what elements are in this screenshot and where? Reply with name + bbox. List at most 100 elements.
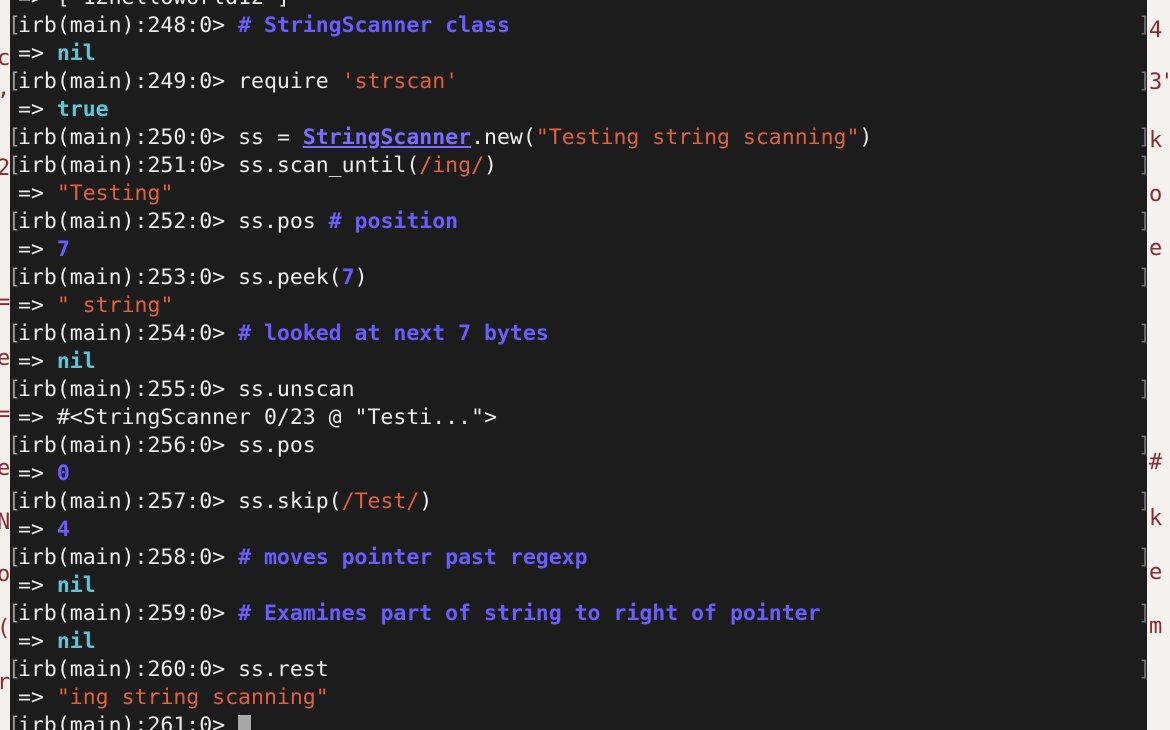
terminal-result-line: => 7 [10, 236, 1147, 264]
desktop: c , 2 = e = e N o ( r 4 3" k o e # k e m… [0, 0, 1170, 730]
terminal-prompt-line: []irb(main):248:0> # StringScanner class [10, 12, 1147, 40]
line-marker-right: ] [1138, 124, 1147, 152]
terminal-result-line: => nil [10, 40, 1147, 68]
line-marker-right: ] [1138, 264, 1147, 292]
background-text: # [1149, 450, 1163, 475]
line-text: => true [18, 96, 109, 124]
terminal-window[interactable]: => ["12helloworld12"][]irb(main):248:0> … [10, 0, 1147, 730]
background-text: = [0, 290, 10, 315]
line-text: irb(main):251:0> ss.scan_until(/ing/) [18, 152, 497, 180]
terminal-prompt-line: []irb(main):259:0> # Examines part of st… [10, 600, 1147, 628]
token-comment: # position [328, 209, 459, 234]
line-text: => nil [18, 40, 96, 68]
token-default: ss.pos [238, 209, 329, 234]
token-default: ) [859, 125, 873, 150]
token-default: .new( [471, 125, 536, 150]
token-default: => [18, 41, 57, 66]
line-text: irb(main):249:0> require 'strscan' [18, 68, 458, 96]
line-text: irb(main):254:0> # looked at next 7 byte… [18, 320, 549, 348]
background-text: ( [0, 618, 10, 640]
text-cursor [238, 715, 252, 730]
terminal-prompt-line: []irb(main):258:0> # moves pointer past … [10, 544, 1147, 572]
background-text: k [1149, 128, 1163, 153]
line-text: irb(main):258:0> # moves pointer past re… [18, 544, 588, 572]
line-text: irb(main):248:0> # StringScanner class [18, 12, 510, 40]
token-default: irb(main):250:0> [18, 125, 239, 150]
background-text: o [0, 562, 10, 587]
line-text: irb(main):253:0> ss.peek(7) [18, 264, 368, 292]
token-string: 'strscan' [341, 69, 459, 94]
token-default: => [18, 237, 57, 262]
background-window-right-edge[interactable]: 4 3" k o e # k e m [1147, 0, 1170, 730]
line-marker-right: ] [1138, 376, 1147, 404]
token-default: => #<StringScanner 0/23 @ "Testi..."> [18, 405, 497, 430]
token-default: => [18, 629, 57, 654]
line-text: => nil [18, 348, 96, 376]
token-regexp-body: Test [354, 489, 407, 514]
token-string: " string" [56, 293, 174, 318]
line-text: irb(main):259:0> # Examines part of stri… [18, 600, 821, 628]
token-number: 7 [341, 265, 355, 290]
terminal-prompt-line: []irb(main):260:0> ss.rest [10, 656, 1147, 684]
token-regexp-delim: / [471, 153, 485, 178]
terminal-prompt-line: []irb(main):253:0> ss.peek(7) [10, 264, 1147, 292]
token-default: irb(main):257:0> [18, 489, 239, 514]
token-regexp-delim: / [341, 489, 355, 514]
line-marker-right: ] [1138, 320, 1147, 348]
token-default: => [18, 181, 57, 206]
terminal-result-line: => ["12helloworld12"] [10, 0, 1147, 12]
terminal-prompt-line: []irb(main):249:0> require 'strscan' [10, 68, 1147, 96]
token-string: "Testing string scanning" [535, 125, 860, 150]
line-text: => 7 [18, 236, 70, 264]
token-default: irb(main):261:0> [18, 713, 239, 730]
token-default: => [18, 293, 57, 318]
line-text: irb(main):256:0> ss.pos [18, 432, 316, 460]
terminal-result-line: => nil [10, 572, 1147, 600]
token-default: ) [354, 265, 368, 290]
token-default: => ["12helloworld12"] [18, 0, 290, 10]
background-text: 2 [0, 156, 10, 181]
token-default: require [238, 69, 342, 94]
background-text: m [1149, 614, 1163, 639]
background-text: e [0, 346, 10, 371]
token-default: => [18, 97, 57, 122]
line-text: => " string" [18, 292, 173, 320]
token-default: irb(main):253:0> [18, 265, 239, 290]
terminal-result-line: => true [10, 96, 1147, 124]
background-text: k [1149, 506, 1163, 531]
line-marker-right: ] [1138, 544, 1147, 572]
token-comment: # looked at next 7 bytes [238, 321, 549, 346]
line-text: => #<StringScanner 0/23 @ "Testi..."> [18, 404, 497, 432]
terminal-result-line: => #<StringScanner 0/23 @ "Testi..."> [10, 404, 1147, 432]
background-window-left-edge[interactable]: c , 2 = e = e N o ( r [0, 0, 10, 730]
token-nil: nil [56, 41, 96, 66]
token-regexp-body: ing [432, 153, 472, 178]
token-default: ) [419, 489, 433, 514]
terminal-prompt-line: []irb(main):250:0> ss = StringScanner.ne… [10, 124, 1147, 152]
token-default: irb(main):256:0> [18, 433, 239, 458]
line-text: => 4 [18, 516, 70, 544]
token-default: => [18, 461, 57, 486]
line-marker-right: ] [1138, 12, 1147, 40]
terminal-prompt-line: []irb(main):252:0> ss.pos # position [10, 208, 1147, 236]
token-default: irb(main):248:0> [18, 13, 239, 38]
terminal-result-line: => 4 [10, 516, 1147, 544]
background-text: o [1149, 182, 1163, 207]
terminal-output[interactable]: => ["12helloworld12"][]irb(main):248:0> … [10, 0, 1147, 730]
line-text: => ["12helloworld12"] [18, 0, 290, 12]
terminal-prompt-line: []irb(main):254:0> # looked at next 7 by… [10, 320, 1147, 348]
line-text: => nil [18, 572, 96, 600]
token-default: => [18, 349, 57, 374]
line-text: irb(main):260:0> ss.rest [18, 656, 329, 684]
token-number: 7 [56, 237, 70, 262]
token-default: => [18, 685, 57, 710]
token-comment: # Examines part of string to right of po… [238, 601, 821, 626]
terminal-result-line: => "Testing" [10, 180, 1147, 208]
line-marker-right: ] [1138, 488, 1147, 516]
line-text: => "ing string scanning" [18, 684, 329, 712]
terminal-prompt-line: []irb(main):256:0> ss.pos [10, 432, 1147, 460]
token-default: irb(main):258:0> [18, 545, 239, 570]
background-text: , [0, 78, 10, 100]
background-text: e [1149, 560, 1163, 585]
token-default: => [18, 517, 57, 542]
